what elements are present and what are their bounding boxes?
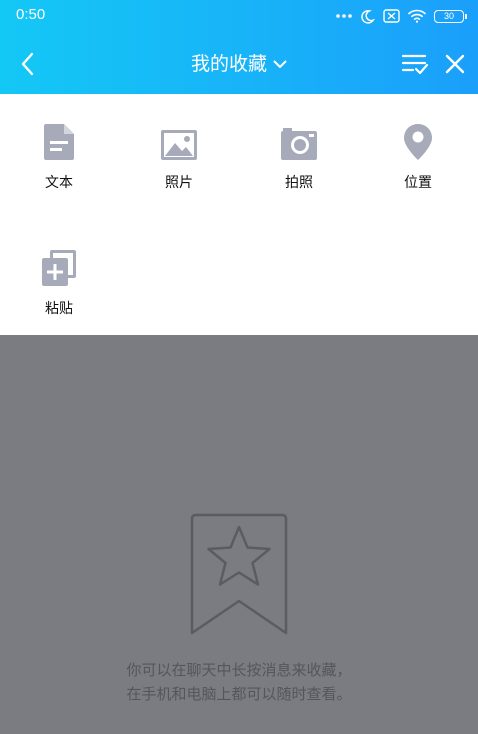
add-text-label: 文本	[45, 175, 73, 191]
status-icons: 30	[336, 7, 467, 25]
battery-level: 30	[443, 10, 454, 21]
photo-icon	[161, 130, 197, 160]
add-photo-label: 照片	[165, 175, 193, 191]
location-pin-icon	[404, 124, 432, 160]
multi-select-button[interactable]	[398, 48, 432, 80]
more-dots-icon	[336, 14, 352, 18]
close-button[interactable]	[438, 48, 472, 80]
wifi-icon	[408, 9, 426, 23]
camera-icon	[281, 128, 317, 160]
paste-icon	[42, 250, 76, 286]
paste-button[interactable]: 粘贴	[14, 220, 104, 320]
empty-state: 你可以在聊天中长按消息来收藏， 在手机和电脑上都可以随时查看。	[0, 335, 478, 734]
moon-icon	[361, 9, 375, 24]
multi-select-icon	[401, 54, 429, 75]
app-header: 0:50 30 我的收藏	[0, 0, 478, 94]
add-favorite-panel: 文本 照片 拍照 位置 粘贴	[0, 94, 478, 335]
paste-label: 粘贴	[45, 301, 73, 317]
empty-hint-line2: 在手机和电脑上都可以随时查看。	[126, 685, 352, 703]
nav-bar: 我的收藏	[0, 34, 478, 94]
close-icon	[445, 54, 465, 74]
add-text-button[interactable]: 文本	[14, 94, 104, 194]
no-sim-icon	[383, 9, 400, 23]
bookmark-star-icon	[190, 513, 288, 635]
empty-hint-line1: 你可以在聊天中长按消息来收藏，	[126, 661, 352, 679]
add-location-button[interactable]: 位置	[373, 94, 463, 194]
page-title: 我的收藏	[190, 53, 267, 75]
add-location-label: 位置	[404, 175, 432, 191]
add-photo-button[interactable]: 照片	[134, 94, 224, 194]
take-photo-label: 拍照	[285, 175, 313, 191]
chevron-down-icon	[273, 60, 287, 68]
status-time: 0:50	[16, 6, 46, 23]
take-photo-button[interactable]: 拍照	[254, 94, 344, 194]
text-document-icon	[44, 124, 74, 160]
status-bar: 0:50 30	[0, 0, 478, 34]
battery-indicator: 30	[434, 9, 467, 23]
